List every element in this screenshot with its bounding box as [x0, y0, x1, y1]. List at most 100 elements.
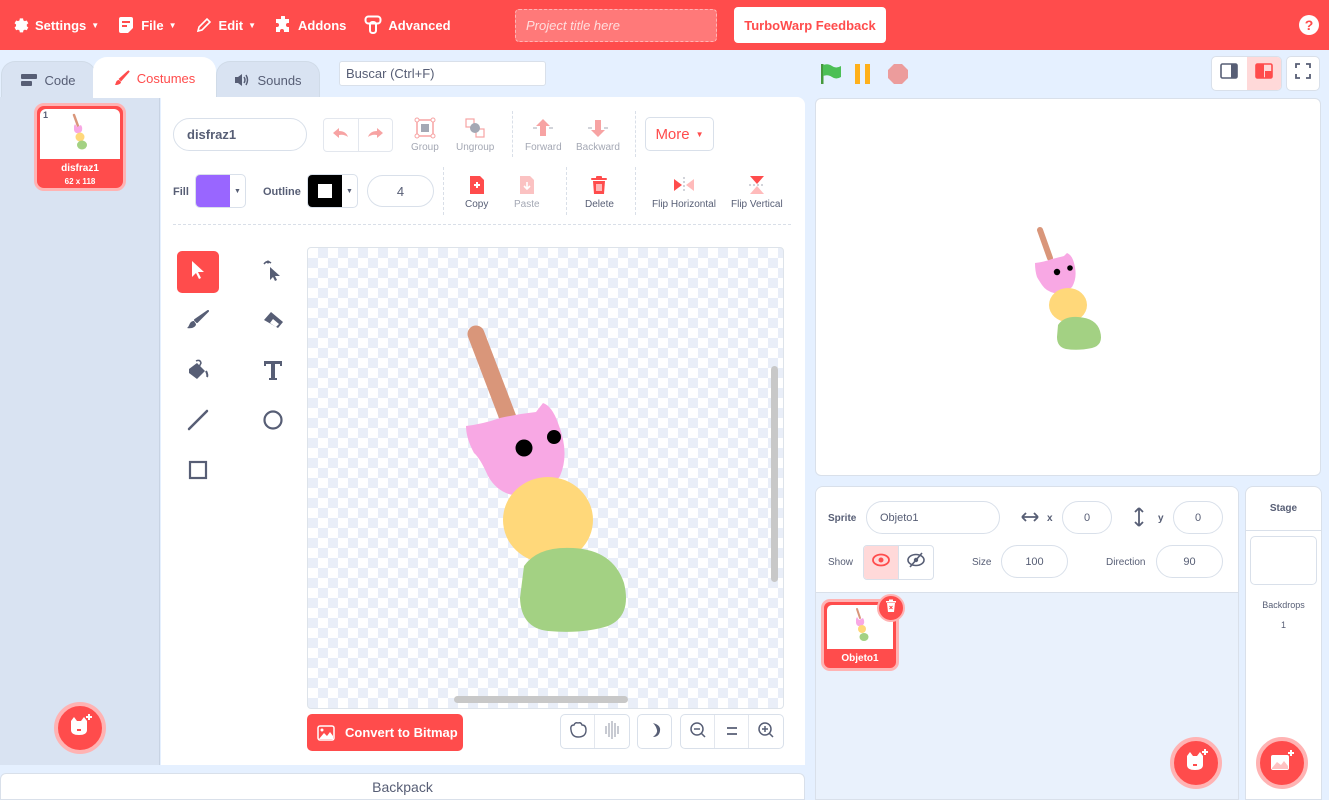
fill-tool[interactable]	[177, 351, 219, 393]
gear-icon	[11, 16, 29, 34]
show-sprite-button[interactable]	[864, 546, 899, 579]
menu-settings[interactable]: Settings ▼	[2, 0, 108, 50]
menu-addons-label: Addons	[298, 17, 347, 33]
fullscreen-icon	[1295, 63, 1311, 84]
waveform-icon	[603, 720, 621, 744]
ungroup-icon	[464, 117, 486, 139]
feedback-button[interactable]: TurboWarp Feedback	[734, 7, 886, 43]
pause-button[interactable]	[852, 63, 874, 90]
arrow-down-icon	[587, 117, 609, 139]
add-sprite-button[interactable]	[1170, 737, 1222, 789]
brush-icon	[186, 309, 210, 335]
dark-mode-button[interactable]	[638, 715, 671, 748]
flip-vertical-button[interactable]: Flip Vertical	[731, 174, 783, 210]
line-tool[interactable]	[177, 401, 219, 443]
art-green-ball	[520, 547, 626, 632]
green-flag-button[interactable]	[819, 62, 843, 91]
more-button[interactable]: More ▼	[645, 117, 714, 151]
group-icon	[414, 117, 436, 139]
ungroup-button[interactable]: Ungroup	[456, 117, 494, 153]
pan-hand-button[interactable]	[561, 715, 595, 748]
paste-button[interactable]: Paste	[514, 174, 540, 210]
drawing-canvas[interactable]	[307, 247, 784, 709]
delete-sprite-button[interactable]	[877, 594, 905, 622]
sound-wave-button[interactable]	[595, 715, 629, 748]
costume-name-input[interactable]	[173, 118, 307, 151]
paste-label: Paste	[514, 199, 540, 210]
outline-width-input[interactable]	[367, 175, 434, 207]
convert-to-bitmap-label: Convert to Bitmap	[345, 725, 458, 740]
direction-label: Direction	[1106, 557, 1146, 568]
rectangle-tool[interactable]	[177, 451, 219, 493]
redo-icon	[366, 126, 384, 144]
tab-costumes[interactable]: Costumes	[93, 57, 216, 98]
zoom-reset-button[interactable]	[715, 715, 749, 748]
arrow-up-icon	[532, 117, 554, 139]
costume-item[interactable]: 1 disfraz1 62 x 118	[34, 103, 126, 191]
stage-selector[interactable]: Stage Backdrops 1	[1245, 486, 1322, 800]
direction-input[interactable]	[1156, 545, 1223, 578]
stage-canvas[interactable]	[815, 98, 1321, 476]
vertical-scrollbar[interactable]	[771, 366, 778, 582]
zoom-in-button[interactable]	[749, 715, 783, 748]
stop-button[interactable]	[887, 63, 909, 90]
menu-addons[interactable]: Addons	[265, 0, 355, 50]
hide-sprite-button[interactable]	[899, 546, 933, 579]
delete-button[interactable]: Delete	[585, 174, 614, 210]
fill-color-picker[interactable]: ▼	[195, 174, 246, 208]
backdrops-label: Backdrops	[1262, 600, 1305, 610]
menu-advanced-label: Advanced	[388, 17, 451, 33]
large-stage-button[interactable]	[1246, 57, 1281, 90]
text-tool[interactable]	[252, 351, 294, 393]
menu-file[interactable]: File ▼	[108, 0, 185, 50]
menu-edit[interactable]: Edit ▼	[186, 0, 265, 50]
brush-tool[interactable]	[177, 301, 219, 343]
delete-label: Delete	[585, 199, 614, 210]
search-input[interactable]	[339, 61, 546, 86]
select-tool[interactable]	[177, 251, 219, 293]
tab-sounds[interactable]: Sounds	[216, 61, 320, 98]
x-input[interactable]	[1062, 501, 1112, 534]
horizontal-arrows-icon	[1021, 510, 1039, 528]
circle-tool[interactable]	[252, 401, 294, 443]
small-stage-icon	[1220, 63, 1239, 84]
add-backdrop-button[interactable]	[1256, 737, 1308, 789]
undo-button[interactable]	[324, 119, 359, 151]
turbowarp-icon	[364, 15, 382, 34]
size-label: Size	[972, 557, 992, 568]
menu-edit-label: Edit	[218, 17, 244, 33]
flip-vertical-icon	[748, 174, 766, 196]
group-button[interactable]: Group	[411, 117, 439, 153]
paint-editor: Group Ungroup Forward Backward More ▼ Fi…	[161, 97, 805, 765]
tab-code[interactable]: Code	[1, 61, 96, 98]
zoom-out-button[interactable]	[681, 715, 715, 748]
canvas-mode-group	[560, 714, 630, 749]
eraser-tool[interactable]	[252, 301, 294, 343]
fullscreen-button[interactable]	[1286, 56, 1320, 91]
help-icon[interactable]: ?	[1299, 15, 1319, 35]
menu-advanced[interactable]: Advanced	[355, 0, 459, 50]
divider	[635, 111, 636, 157]
project-title-input[interactable]	[515, 9, 717, 42]
backpack-header[interactable]: Backpack	[0, 773, 805, 800]
y-label: y	[1158, 513, 1164, 524]
size-input[interactable]	[1001, 545, 1068, 578]
outline-swatch	[308, 175, 342, 207]
reshape-tool[interactable]	[252, 251, 294, 293]
green-flag-icon	[819, 64, 843, 90]
y-input[interactable]	[1173, 501, 1223, 534]
outline-color-picker[interactable]: ▼	[307, 174, 358, 208]
art-eye-left	[515, 439, 533, 457]
tab-costumes-label: Costumes	[136, 70, 196, 86]
redo-button[interactable]	[359, 119, 393, 151]
convert-to-bitmap-button[interactable]: Convert to Bitmap	[307, 714, 463, 751]
reshape-icon	[262, 259, 284, 286]
add-costume-button[interactable]	[54, 702, 106, 754]
backward-button[interactable]: Backward	[576, 117, 620, 153]
copy-button[interactable]: Copy	[465, 174, 488, 210]
forward-button[interactable]: Forward	[525, 117, 562, 153]
sprite-name-input[interactable]	[866, 501, 1000, 534]
flip-horizontal-button[interactable]: Flip Horizontal	[652, 174, 716, 210]
small-stage-button[interactable]	[1212, 57, 1247, 90]
horizontal-scrollbar[interactable]	[454, 696, 628, 703]
